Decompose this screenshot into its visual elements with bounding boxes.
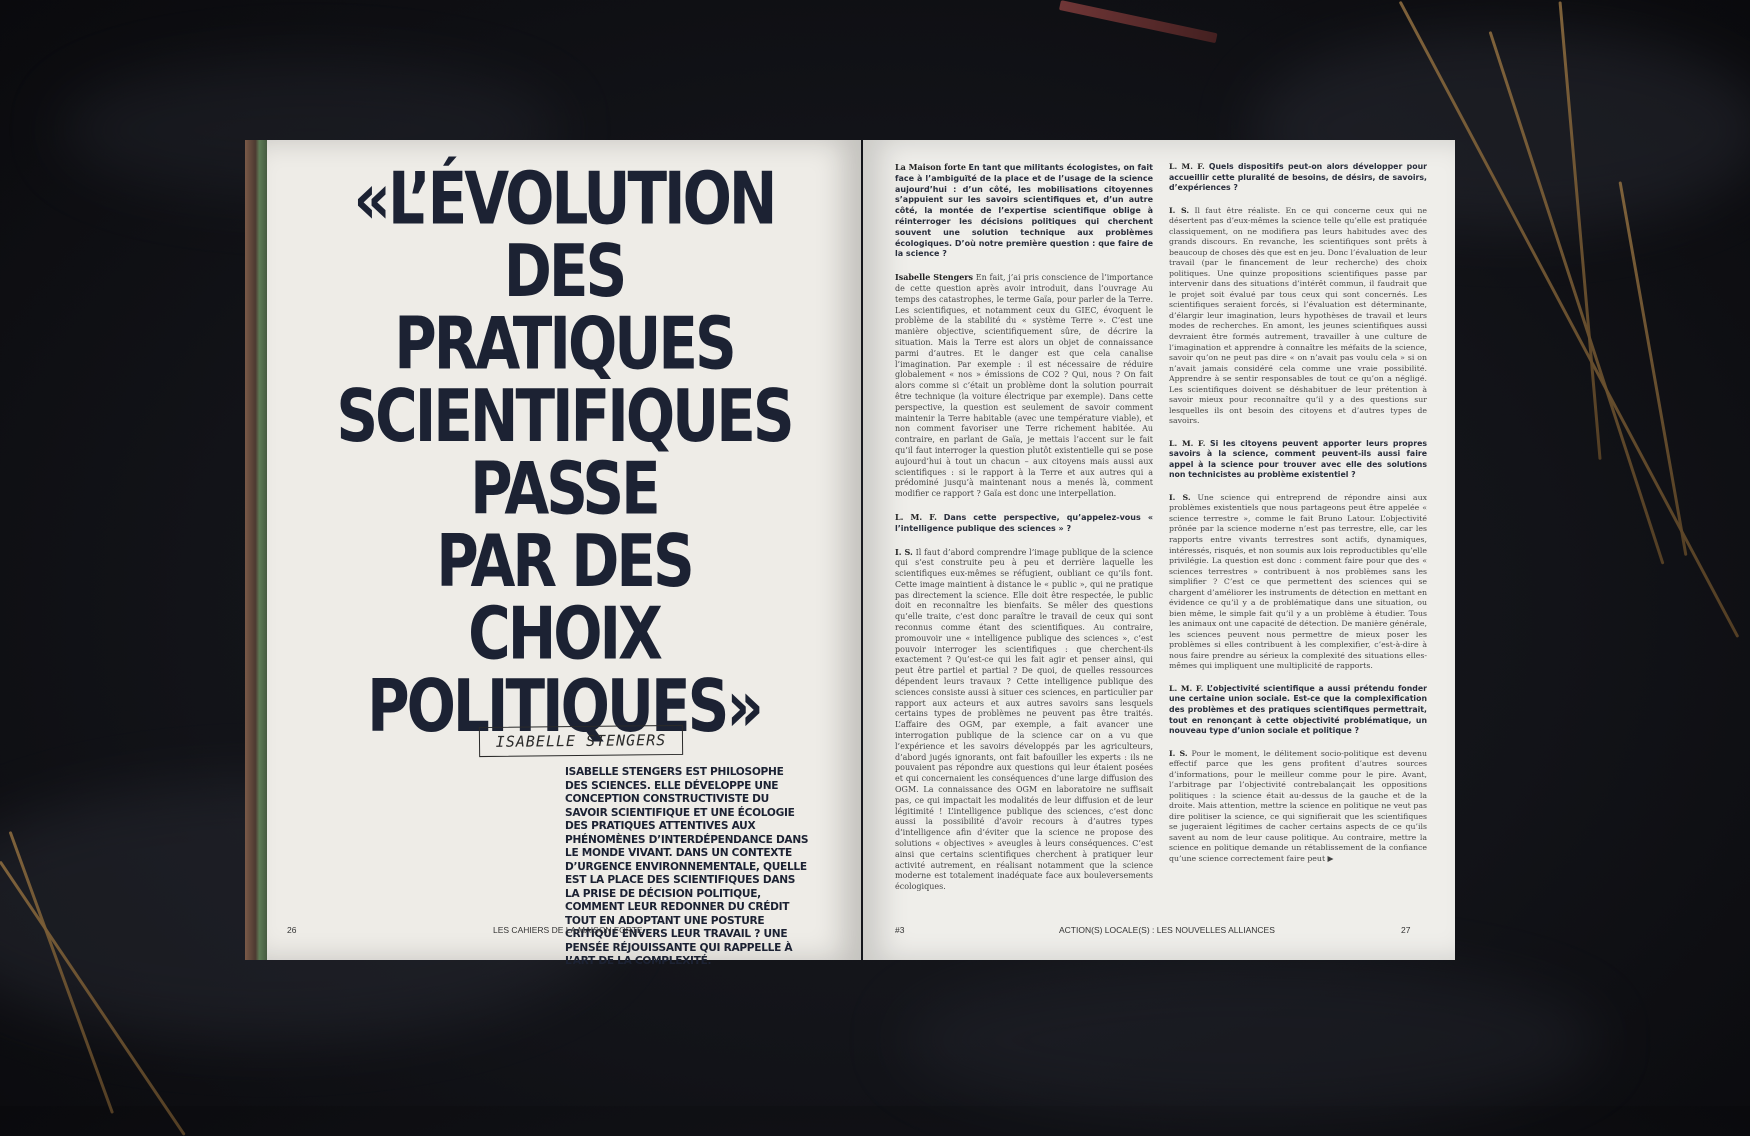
paragraph: I. S. Il faut d’abord comprendre l’image… — [895, 547, 1153, 894]
paragraph: L. M. F. Quels dispositifs peut-on alors… — [1169, 162, 1427, 194]
speaker: I. S. — [1169, 748, 1188, 758]
answer-text: Pour le moment, le délitement socio-poli… — [1169, 748, 1427, 863]
answer-text: Il faut être réaliste. En ce qui concern… — [1169, 205, 1428, 426]
answer-text: Il faut d’abord comprendre l’image publi… — [895, 547, 1153, 892]
text-column-2: L. M. F. Quels dispositifs peut-on alors… — [1169, 162, 1427, 876]
speaker: Isabelle Stengers — [895, 272, 974, 283]
paragraph: L. M. F. Dans cette perspective, qu’appe… — [895, 512, 1153, 535]
magazine-spread: «L’ÉVOLUTION DES PRATIQUES SCIENTIFIQUES… — [245, 140, 1455, 967]
speaker: I. S. — [1169, 492, 1191, 502]
running-title-right: ACTION(S) LOCALE(S) : LES NOUVELLES ALLI… — [1059, 925, 1275, 935]
paragraph: I. S. Pour le moment, le délitement soci… — [1169, 749, 1427, 865]
answer-text: Une science qui entreprend de répondre a… — [1169, 492, 1427, 671]
paragraph: L. M. F. L’objectivité scientifique a au… — [1169, 684, 1427, 737]
issue-marker: #3 — [895, 925, 905, 935]
speaker: I. S. — [895, 546, 913, 557]
question-text: L’objectivité scientifique a aussi préte… — [1169, 683, 1428, 736]
dried-grass-stem — [1618, 181, 1688, 556]
paragraph: La Maison forte En tant que militants éc… — [895, 162, 1153, 260]
question-text: Si les citoyens peuvent apporter leurs p… — [1169, 438, 1427, 480]
paragraph: I. S. Il faut être réaliste. En ce qui c… — [1169, 206, 1427, 427]
headline-line: CHOIX — [468, 590, 663, 676]
speaker: L. M. F. — [1169, 683, 1204, 693]
headline-line: «L’ÉVOLUTION — [353, 155, 778, 241]
paragraph: I. S. Une science qui entreprend de répo… — [1169, 493, 1427, 672]
question-text: Quels dispositifs peut-on alors développ… — [1169, 162, 1427, 193]
right-page: La Maison forte En tant que militants éc… — [863, 140, 1455, 960]
headline-line: SCIENTIFIQUES — [336, 373, 794, 459]
speaker: L. M. F. — [1169, 438, 1206, 448]
dried-grass-stem — [1058, 0, 1218, 44]
speaker: I. S. — [1169, 205, 1190, 215]
headline-line: PRATIQUES — [394, 300, 737, 386]
author-signature: ISABELLE STENGERS — [478, 724, 684, 758]
fabric-fold — [900, 960, 1600, 1120]
text-column-1: La Maison forte En tant que militants éc… — [895, 162, 1153, 905]
headline-line: PAR DES — [436, 518, 694, 604]
speaker: L. M. F. — [895, 511, 937, 522]
headline-line: PASSE — [470, 445, 661, 531]
page-number-left: 26 — [287, 925, 297, 935]
answer-text: En fait, j’ai pris conscience de l’impor… — [895, 273, 1153, 499]
left-page: «L’ÉVOLUTION DES PRATIQUES SCIENTIFIQUES… — [267, 140, 861, 967]
intro-text: ISABELLE STENGERS EST PHILOSOPHE DES SCI… — [565, 766, 809, 967]
headline: «L’ÉVOLUTION DES PRATIQUES SCIENTIFIQUES… — [267, 162, 861, 742]
paragraph: L. M. F. Si les citoyens peuvent apporte… — [1169, 439, 1427, 481]
question-text: En tant que militants écologistes, on fa… — [895, 163, 1153, 259]
speaker: L. M. F. — [1169, 162, 1205, 171]
paragraph: Isabelle Stengers En fait, j’ai pris con… — [895, 272, 1153, 500]
speaker: La Maison forte — [895, 162, 966, 172]
page-number-right: 27 — [1401, 925, 1411, 935]
headline-line: DES — [503, 228, 628, 314]
running-title-left: LES CAHIERS DE LA MAISON FORTE — [493, 925, 643, 935]
